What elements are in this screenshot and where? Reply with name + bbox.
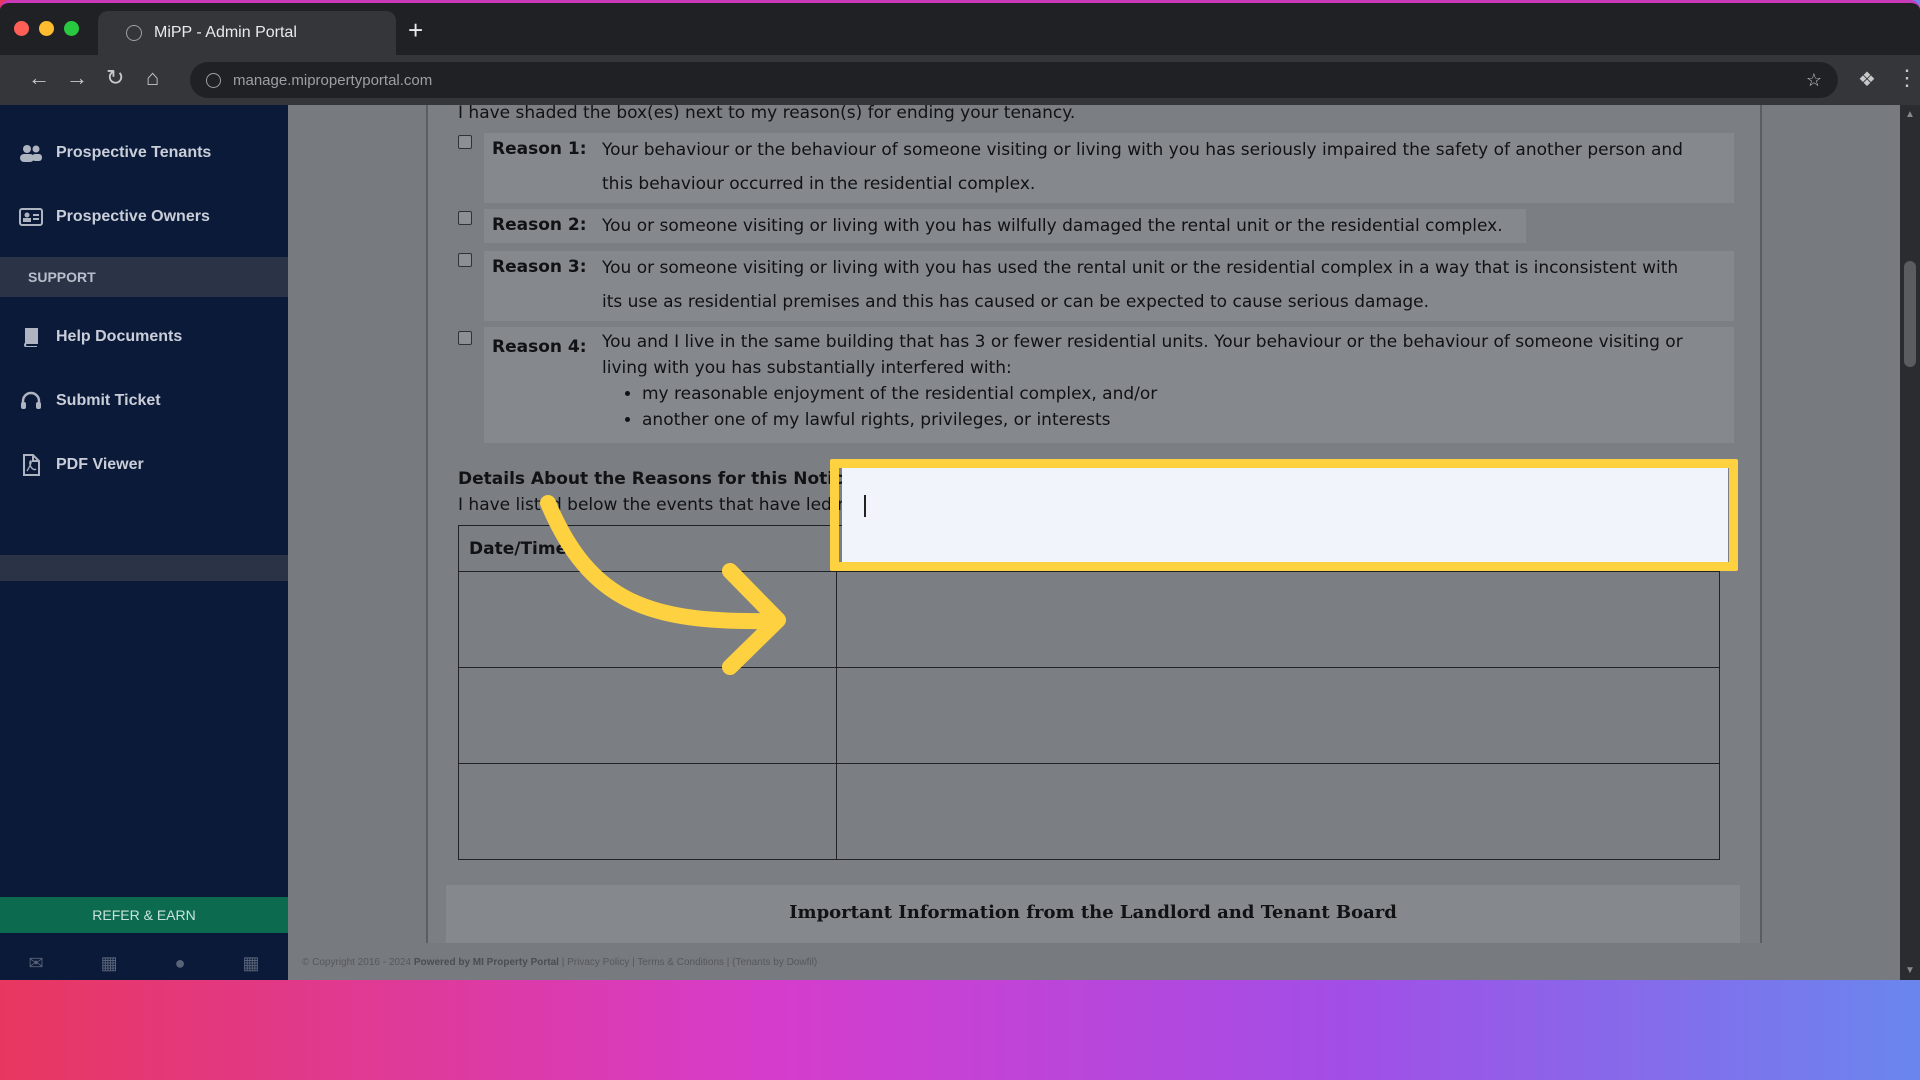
sidebar-item-label: Prospective Owners (56, 208, 210, 225)
sidebar-divider (0, 555, 288, 581)
page-footer: © Copyright 2016 - 2024 Powered by MI Pr… (302, 957, 817, 968)
sidebar-item-label: PDF Viewer (56, 456, 144, 473)
tab-title: MiPP - Admin Portal (154, 24, 297, 41)
details-field-2[interactable] (836, 667, 1720, 764)
date-time-field-3[interactable] (458, 763, 837, 860)
powered-by-link[interactable]: Powered by MI Property Portal (414, 957, 559, 968)
home-icon[interactable]: ⌂ (146, 67, 159, 89)
reason-1-checkbox[interactable] (458, 135, 472, 149)
refer-and-earn-button[interactable]: REFER & EARN (0, 897, 288, 933)
book-icon (18, 326, 44, 348)
table-row (458, 571, 1720, 668)
address-bar[interactable]: manage.mipropertyportal.com ☆ (190, 62, 1838, 98)
reason-text-line: You or someone visiting or living with y… (602, 216, 1503, 236)
bookmark-star-icon[interactable]: ☆ (1806, 70, 1822, 91)
reason-2-box: Reason 2: You or someone visiting or liv… (484, 209, 1526, 243)
sidebar-item-help-documents[interactable]: Help Documents (0, 309, 288, 365)
reason-text-line: You or someone visiting or living with y… (602, 258, 1679, 278)
reason-text-line: this behaviour occurred in the residenti… (602, 174, 1036, 194)
events-table: Date/Time Details of the Events (458, 525, 1720, 860)
close-window-button[interactable] (14, 21, 29, 36)
pdf-file-icon (18, 454, 44, 476)
details-field-3[interactable] (836, 763, 1720, 860)
sidebar-item-prospective-owners[interactable]: Prospective Owners (0, 189, 288, 245)
sidebar-item-label: Help Documents (56, 328, 183, 345)
scrollbar-thumb[interactable] (1904, 261, 1916, 367)
new-tab-button[interactable]: + (408, 17, 423, 43)
tab-strip: MiPP - Admin Portal + (0, 3, 1920, 55)
reason-text-line: living with you has substantially interf… (602, 358, 1012, 378)
forward-icon[interactable]: → (66, 67, 88, 89)
reason-3-box: Reason 3: You or someone visiting or liv… (484, 251, 1734, 321)
column-header-date-time: Date/Time (458, 525, 837, 572)
globe-icon (126, 25, 142, 41)
browser-menu-icon[interactable]: ⋮ (1896, 65, 1918, 91)
sidebar-item-submit-ticket[interactable]: Submit Ticket (0, 373, 288, 429)
reason-3-checkbox[interactable] (458, 253, 472, 267)
browser-toolbar: ← → ↻ ⌂ manage.mipropertyportal.com ☆ ❖ … (0, 55, 1920, 105)
reason-label: Reason 2: (492, 215, 587, 235)
reason-text: You and I live in the same building that… (602, 329, 1726, 381)
maximize-window-button[interactable] (64, 21, 79, 36)
sidebar-item-label: Submit Ticket (56, 392, 161, 409)
reason-1-box: Reason 1: Your behaviour or the behaviou… (484, 133, 1734, 203)
scroll-down-icon[interactable]: ▼ (1905, 965, 1915, 976)
footer-links[interactable]: | Privacy Policy | Terms & Conditions | (562, 957, 730, 968)
sidebar-bottom-icons: ✉ ▦ ● ▦ (0, 943, 288, 980)
reason-text-line: You and I live in the same building that… (602, 332, 1683, 352)
user-icon[interactable]: ● (175, 953, 186, 974)
browser-window: MiPP - Admin Portal + ← → ↻ ⌂ manage.mip… (0, 0, 1920, 980)
sidebar-item-prospective-tenants[interactable]: Prospective Tenants (0, 125, 288, 181)
reason-2-checkbox[interactable] (458, 211, 472, 225)
users-icon (18, 142, 44, 164)
browser-tab[interactable]: MiPP - Admin Portal (98, 11, 396, 55)
briefcase-icon[interactable]: ▦ (101, 953, 118, 974)
mail-icon[interactable]: ✉ (29, 953, 44, 974)
intro-text: I have shaded the box(es) next to my rea… (458, 105, 1076, 123)
important-info-banner: Important Information from the Landlord … (446, 885, 1740, 943)
highlight-box (830, 459, 1738, 571)
support-section-header: SUPPORT (0, 257, 288, 297)
reason-4-checkbox[interactable] (458, 331, 472, 345)
minimize-window-button[interactable] (39, 21, 54, 36)
table-row (458, 763, 1720, 860)
calculator-icon[interactable]: ▦ (242, 953, 259, 974)
details-field-1[interactable] (836, 571, 1720, 668)
date-time-field-1[interactable] (458, 571, 837, 668)
sidebar: Prospective Tenants Prospective Owners S… (0, 105, 288, 980)
sidebar-item-label: Prospective Tenants (56, 144, 212, 161)
reason-4-bullets: my reasonable enjoyment of the residenti… (642, 381, 1726, 433)
footer-extra: (Tenants by Dowfil) (732, 957, 818, 968)
id-card-icon (18, 206, 44, 228)
details-section-title: Details About the Reasons for this Notic… (458, 469, 855, 489)
bullet-item: my reasonable enjoyment of the residenti… (642, 381, 1726, 407)
table-row (458, 667, 1720, 764)
reason-label: Reason 1: (492, 139, 587, 159)
extensions-icon[interactable]: ❖ (1858, 67, 1876, 92)
page-scrollbar[interactable]: ▲ ▼ (1900, 105, 1920, 980)
site-info-icon[interactable] (206, 72, 221, 88)
headset-icon (18, 390, 44, 412)
reason-text-line: Your behaviour or the behaviour of someo… (602, 140, 1683, 160)
scroll-up-icon[interactable]: ▲ (1905, 109, 1915, 120)
copyright-text: © Copyright 2016 - 2024 (302, 957, 412, 968)
back-icon[interactable]: ← (28, 67, 50, 89)
url-text: manage.mipropertyportal.com (233, 71, 433, 89)
sidebar-item-pdf-viewer[interactable]: PDF Viewer (0, 437, 288, 493)
reason-4-box: Reason 4: You and I live in the same bui… (484, 327, 1734, 443)
reason-text-line: its use as residential premises and this… (602, 292, 1430, 312)
reason-label: Reason 3: (492, 257, 587, 277)
reason-text: You or someone visiting or living with y… (602, 209, 1518, 243)
bullet-item: another one of my lawful rights, privile… (642, 407, 1726, 433)
date-time-field-2[interactable] (458, 667, 837, 764)
reload-icon[interactable]: ↻ (106, 67, 124, 89)
reason-text: Your behaviour or the behaviour of someo… (602, 133, 1726, 201)
reason-text: You or someone visiting or living with y… (602, 251, 1726, 319)
reason-label: Reason 4: (492, 337, 587, 357)
